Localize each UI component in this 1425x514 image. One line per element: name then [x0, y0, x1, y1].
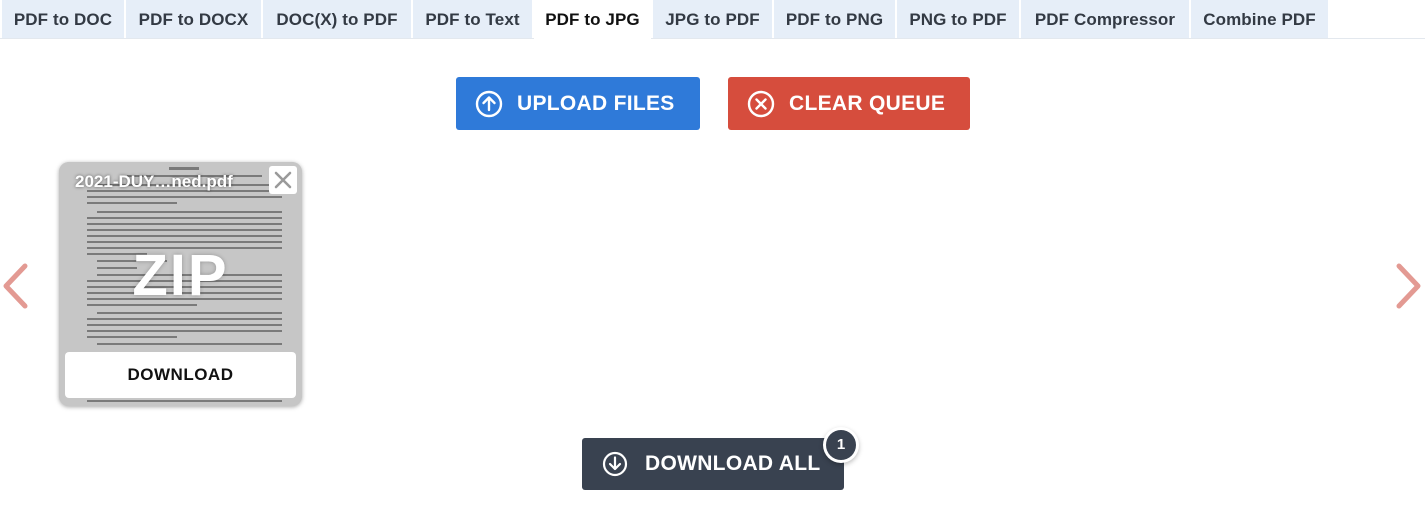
tab-pdf-to-png[interactable]: PDF to PNG [774, 0, 895, 38]
tab-png-to-pdf[interactable]: PNG to PDF [897, 0, 1019, 38]
upload-files-button[interactable]: UPLOAD FILES [456, 77, 700, 130]
remove-file-button[interactable] [269, 166, 297, 194]
tab-combine-pdf[interactable]: Combine PDF [1191, 0, 1328, 38]
arrow-up-circle-icon [475, 90, 503, 117]
tab-jpg-to-pdf[interactable]: JPG to PDF [653, 0, 772, 38]
x-circle-icon [747, 90, 775, 117]
file-download-button[interactable]: DOWNLOAD [65, 352, 296, 398]
tab-doc-to-pdf[interactable]: DOC(X) to PDF [263, 0, 411, 38]
download-all-button[interactable]: DOWNLOAD ALL [582, 438, 844, 490]
clear-queue-button[interactable]: CLEAR QUEUE [728, 77, 970, 130]
tab-pdf-compressor[interactable]: PDF Compressor [1021, 0, 1189, 38]
tab-pdf-to-docx[interactable]: PDF to DOCX [126, 0, 261, 38]
file-count-badge: 1 [826, 430, 856, 460]
chevron-right-icon[interactable] [1394, 262, 1424, 310]
close-icon [274, 171, 292, 189]
file-card: ZIP 2021-DUY…ned.pdf DOWNLOAD [59, 162, 302, 406]
chevron-left-icon[interactable] [0, 262, 30, 310]
tab-pdf-to-text[interactable]: PDF to Text [413, 0, 532, 38]
clear-queue-label: CLEAR QUEUE [789, 91, 946, 115]
file-name: 2021-DUY…ned.pdf [75, 172, 233, 191]
tab-pdf-to-doc[interactable]: PDF to DOC [2, 0, 124, 38]
tab-pdf-to-jpg[interactable]: PDF to JPG [534, 0, 651, 40]
arrow-down-circle-icon [602, 451, 628, 477]
format-label: ZIP [132, 243, 229, 308]
converter-tabs: PDF to DOC PDF to DOCX DOC(X) to PDF PDF… [0, 0, 1425, 40]
download-all-label: DOWNLOAD ALL [645, 452, 821, 475]
upload-files-label: UPLOAD FILES [517, 91, 675, 115]
